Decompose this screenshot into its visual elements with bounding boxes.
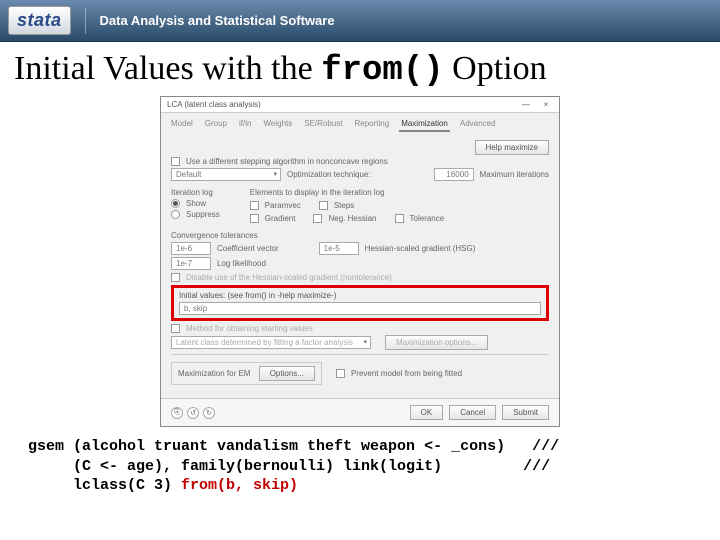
tab-ifin[interactable]: if/in — [237, 117, 253, 132]
code-l2b: /// — [442, 458, 550, 475]
undo-icon[interactable]: ↺ — [187, 407, 199, 419]
gradient-label: Gradient — [265, 214, 296, 223]
title-pre: Initial Values with the — [14, 50, 321, 87]
banner-tagline: Data Analysis and Statistical Software — [100, 13, 335, 28]
hsg-tol-input[interactable]: 1e-5 — [319, 242, 359, 255]
suppress-label: Suppress — [186, 210, 220, 219]
code-l3hl: from(b, skip) — [181, 477, 298, 494]
show-label: Show — [186, 199, 206, 208]
tolerance-label: Tolerance — [410, 214, 445, 223]
suppress-radio[interactable] — [171, 210, 180, 219]
loglik-tol-label: Log likelihood — [217, 259, 266, 268]
loglik-tol-input[interactable]: 1e-7 — [171, 257, 211, 270]
tab-weights[interactable]: Weights — [261, 117, 294, 132]
em-label: Maximization for EM — [178, 369, 250, 378]
convergence-tolerances-group: Convergence tolerances 1e-6 Coefficient … — [171, 231, 549, 270]
tab-reporting[interactable]: Reporting — [353, 117, 392, 132]
em-options-button[interactable]: Options... — [259, 366, 315, 381]
show-radio[interactable] — [171, 199, 180, 208]
help-maximize-button[interactable]: Help maximize — [475, 140, 549, 155]
submit-button[interactable]: Submit — [502, 405, 549, 420]
tolerance-checkbox[interactable] — [395, 214, 404, 223]
maxiter-label: Maximum iterations — [480, 170, 549, 179]
convergence-tolerances-label: Convergence tolerances — [171, 231, 549, 240]
close-button[interactable]: × — [539, 100, 553, 109]
iteration-log-label: Iteration log — [171, 188, 220, 197]
steps-checkbox[interactable] — [319, 201, 328, 210]
diffstep-label: Use a different stepping algorithm in no… — [186, 157, 388, 166]
dialog-body: Help maximize Use a different stepping a… — [161, 132, 559, 398]
lca-dialog: LCA (latent class analysis) — × Model Gr… — [160, 96, 560, 427]
gradient-checkbox[interactable] — [250, 214, 259, 223]
initial-values-label: Initial values: (see from() in -help max… — [179, 291, 541, 300]
dialog-tabs: Model Group if/in Weights SE/Robust Repo… — [161, 113, 559, 132]
disable-hsg-label: Disable use of the Hessian-scaled gradie… — [186, 273, 392, 282]
tab-maximization[interactable]: Maximization — [399, 117, 450, 132]
ok-button[interactable]: OK — [410, 405, 444, 420]
banner-separator — [85, 8, 86, 34]
neghessian-label: Neg. Hessian — [328, 214, 376, 223]
tab-serobust[interactable]: SE/Robust — [302, 117, 344, 132]
prevent-fit-label: Prevent model from being fitted — [351, 369, 462, 378]
optimization-technique-select[interactable]: Default — [171, 168, 281, 181]
code-l1a: gsem (alcohol truant vandalism theft wea… — [28, 438, 505, 455]
paramvec-checkbox[interactable] — [250, 201, 259, 210]
coef-tol-input[interactable]: 1e-6 — [171, 242, 211, 255]
footer-tools: ⎘ ↺ ↻ — [171, 405, 215, 420]
window-controls: — × — [519, 100, 553, 109]
maxiter-input[interactable]: 16000 — [434, 168, 474, 181]
code-example: gsem (alcohol truant vandalism theft wea… — [0, 427, 720, 500]
code-l2a: (C <- age), family(bernoulli) link(logit… — [28, 458, 442, 475]
em-group: Maximization for EM Options... — [171, 362, 322, 385]
tab-group[interactable]: Group — [203, 117, 229, 132]
title-mono: from() — [321, 52, 443, 90]
tab-advanced[interactable]: Advanced — [458, 117, 498, 132]
divider — [171, 354, 549, 355]
dialog-title: LCA (latent class analysis) — [167, 100, 261, 109]
maximization-options-button[interactable]: Maximization options... — [385, 335, 488, 350]
minimize-button[interactable]: — — [519, 100, 533, 109]
hsg-tol-label: Hessian-scaled gradient (HSG) — [365, 244, 476, 253]
disable-hsg-checkbox[interactable] — [171, 273, 180, 282]
code-l1b: /// — [505, 438, 559, 455]
startmethod-checkbox[interactable] — [171, 324, 180, 333]
coef-tol-label: Coefficient vector — [217, 244, 279, 253]
paramvec-label: Paramvec — [265, 201, 301, 210]
diffstep-checkbox[interactable] — [171, 157, 180, 166]
iteration-log-group: Iteration log Show Suppress — [171, 188, 220, 221]
display-elements-group: Elements to display in the iteration log… — [250, 188, 444, 225]
startmethod-label: Method for obtaining starting values — [186, 324, 313, 333]
redo-icon[interactable]: ↻ — [203, 407, 215, 419]
slide-title: Initial Values with the from() Option — [0, 42, 720, 94]
copy-icon[interactable]: ⎘ — [171, 407, 183, 419]
stata-banner: stata Data Analysis and Statistical Soft… — [0, 0, 720, 42]
latent-class-default-select[interactable]: Latent class determined by fitting a fac… — [171, 336, 371, 349]
initial-values-input[interactable]: b, skip — [179, 302, 541, 315]
display-elements-label: Elements to display in the iteration log — [250, 188, 444, 197]
optimization-technique-label: Optimization technique: — [287, 170, 371, 179]
cancel-button[interactable]: Cancel — [449, 405, 496, 420]
neghessian-checkbox[interactable] — [313, 214, 322, 223]
code-l3a: lclass(C 3) — [28, 477, 181, 494]
dialog-titlebar: LCA (latent class analysis) — × — [161, 97, 559, 113]
dialog-footer: ⎘ ↺ ↻ OK Cancel Submit — [161, 398, 559, 426]
steps-label: Steps — [334, 201, 354, 210]
prevent-fit-checkbox[interactable] — [336, 369, 345, 378]
initial-values-highlight: Initial values: (see from() in -help max… — [171, 285, 549, 321]
title-post: Option — [444, 50, 547, 87]
stata-logo: stata — [8, 6, 71, 35]
tab-model[interactable]: Model — [169, 117, 195, 132]
